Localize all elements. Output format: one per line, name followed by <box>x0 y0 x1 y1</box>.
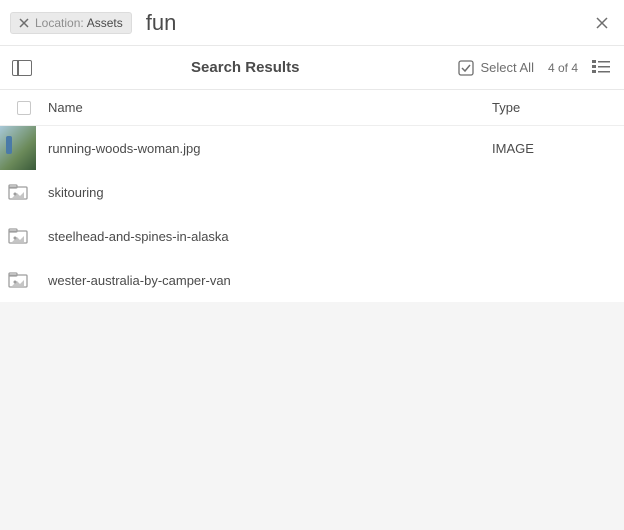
table-row[interactable]: skitouring <box>0 170 624 214</box>
header-checkbox[interactable] <box>17 101 31 115</box>
result-count: 4 of 4 <box>548 61 578 75</box>
search-bar: Location: Assets <box>0 0 624 46</box>
toolbar: Search Results Select All 4 of 4 <box>0 46 624 90</box>
column-header-type[interactable]: Type <box>492 100 612 115</box>
results-list: running-woods-woman.jpgIMAGE skitouring st… <box>0 126 624 302</box>
list-view-icon[interactable] <box>592 60 612 76</box>
row-name: wester-australia-by-camper-van <box>36 273 492 288</box>
table-header: Name Type <box>0 90 624 126</box>
header-select-col <box>10 101 38 115</box>
folder-icon <box>0 214 36 258</box>
table-row[interactable]: running-woods-woman.jpgIMAGE <box>0 126 624 170</box>
select-all-button[interactable]: Select All <box>458 60 533 76</box>
app-root: Location: Assets Search Results Select A… <box>0 0 624 530</box>
checkmark-icon <box>458 60 474 76</box>
row-name: steelhead-and-spines-in-alaska <box>36 229 492 244</box>
chip-label: Location: <box>35 16 84 30</box>
close-icon[interactable] <box>19 18 29 28</box>
chip-value: Assets <box>87 16 123 30</box>
search-input[interactable] <box>142 8 590 38</box>
empty-area <box>0 302 624 530</box>
select-all-label: Select All <box>480 60 533 75</box>
page-title: Search Results <box>32 59 458 76</box>
thumbnail-image <box>0 126 36 170</box>
toolbar-actions: Select All 4 of 4 <box>458 60 612 76</box>
rail-toggle-icon[interactable] <box>12 60 32 76</box>
row-type: IMAGE <box>492 141 612 156</box>
row-name: running-woods-woman.jpg <box>36 141 492 156</box>
table-row[interactable]: wester-australia-by-camper-van <box>0 258 624 302</box>
row-name: skitouring <box>36 185 492 200</box>
filter-chip-location[interactable]: Location: Assets <box>10 12 132 34</box>
close-search-button[interactable] <box>590 11 614 35</box>
folder-icon <box>0 170 36 214</box>
folder-icon <box>0 258 36 302</box>
table-row[interactable]: steelhead-and-spines-in-alaska <box>0 214 624 258</box>
column-header-name[interactable]: Name <box>38 100 492 115</box>
